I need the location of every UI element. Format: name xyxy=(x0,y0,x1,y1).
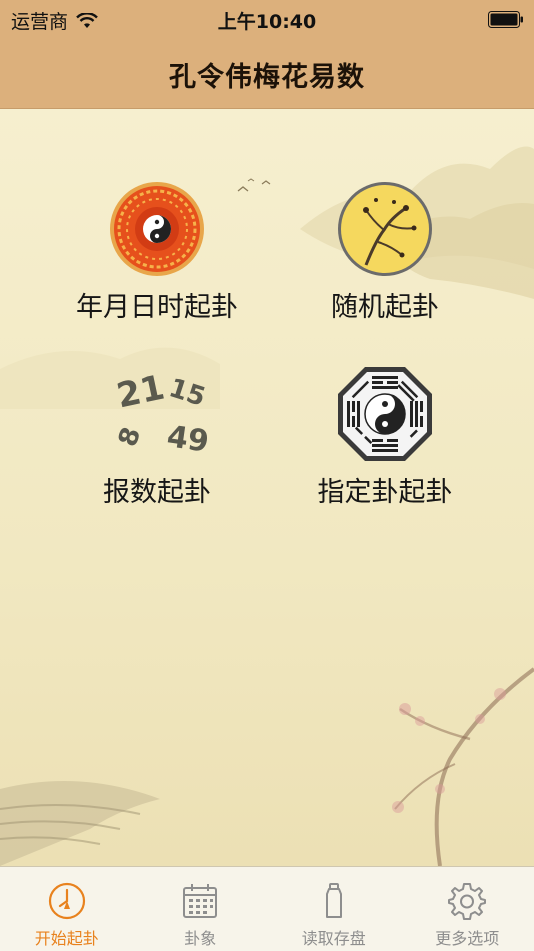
numbers-icon: 21 15 8 49 xyxy=(107,364,207,464)
page-title: 孔令伟梅花易数 xyxy=(169,55,365,94)
nav-bar: 孔令伟梅花易数 xyxy=(0,40,534,109)
tab-hexagram[interactable]: 卦象 xyxy=(134,867,268,951)
option-label: 随机起卦 xyxy=(331,285,439,324)
tab-label: 更多选项 xyxy=(435,925,499,949)
status-time: 上午10:40 xyxy=(0,7,534,34)
option-specified[interactable]: 指定卦起卦 xyxy=(265,364,505,509)
main-content: 年月日时起卦 随机起卦 21 15 8 xyxy=(0,109,534,866)
option-random[interactable]: 随机起卦 xyxy=(265,179,505,324)
tab-label: 读取存盘 xyxy=(302,925,366,949)
option-label: 年月日时起卦 xyxy=(76,285,238,324)
bagua-disc-icon xyxy=(108,180,206,278)
status-bar: 运营商 上午10:40 xyxy=(0,0,534,40)
tab-read-saved[interactable]: 读取存盘 xyxy=(267,867,401,951)
tab-bar: 开始起卦 卦象 读取存盘 更多选项 xyxy=(0,866,534,951)
number-15: 15 xyxy=(165,373,209,413)
tab-label: 卦象 xyxy=(184,925,216,949)
tab-label: 开始起卦 xyxy=(35,925,99,949)
option-label: 报数起卦 xyxy=(103,470,211,509)
number-8: 8 xyxy=(113,423,147,450)
bagua-octagon-icon xyxy=(336,365,434,463)
number-21: 21 xyxy=(113,368,168,417)
option-date-time[interactable]: 年月日时起卦 xyxy=(37,179,277,324)
number-49: 49 xyxy=(165,419,211,459)
option-label: 指定卦起卦 xyxy=(318,470,453,509)
tab-start[interactable]: 开始起卦 xyxy=(0,867,134,951)
bottle-icon xyxy=(314,881,354,921)
calendar-icon xyxy=(180,881,220,921)
compass-icon xyxy=(47,881,87,921)
tab-more-options[interactable]: 更多选项 xyxy=(401,867,534,951)
plum-blossom-icon xyxy=(336,180,434,278)
gear-icon xyxy=(447,881,487,921)
battery-icon xyxy=(488,11,524,28)
option-numbers[interactable]: 21 15 8 49 报数起卦 xyxy=(37,364,277,509)
